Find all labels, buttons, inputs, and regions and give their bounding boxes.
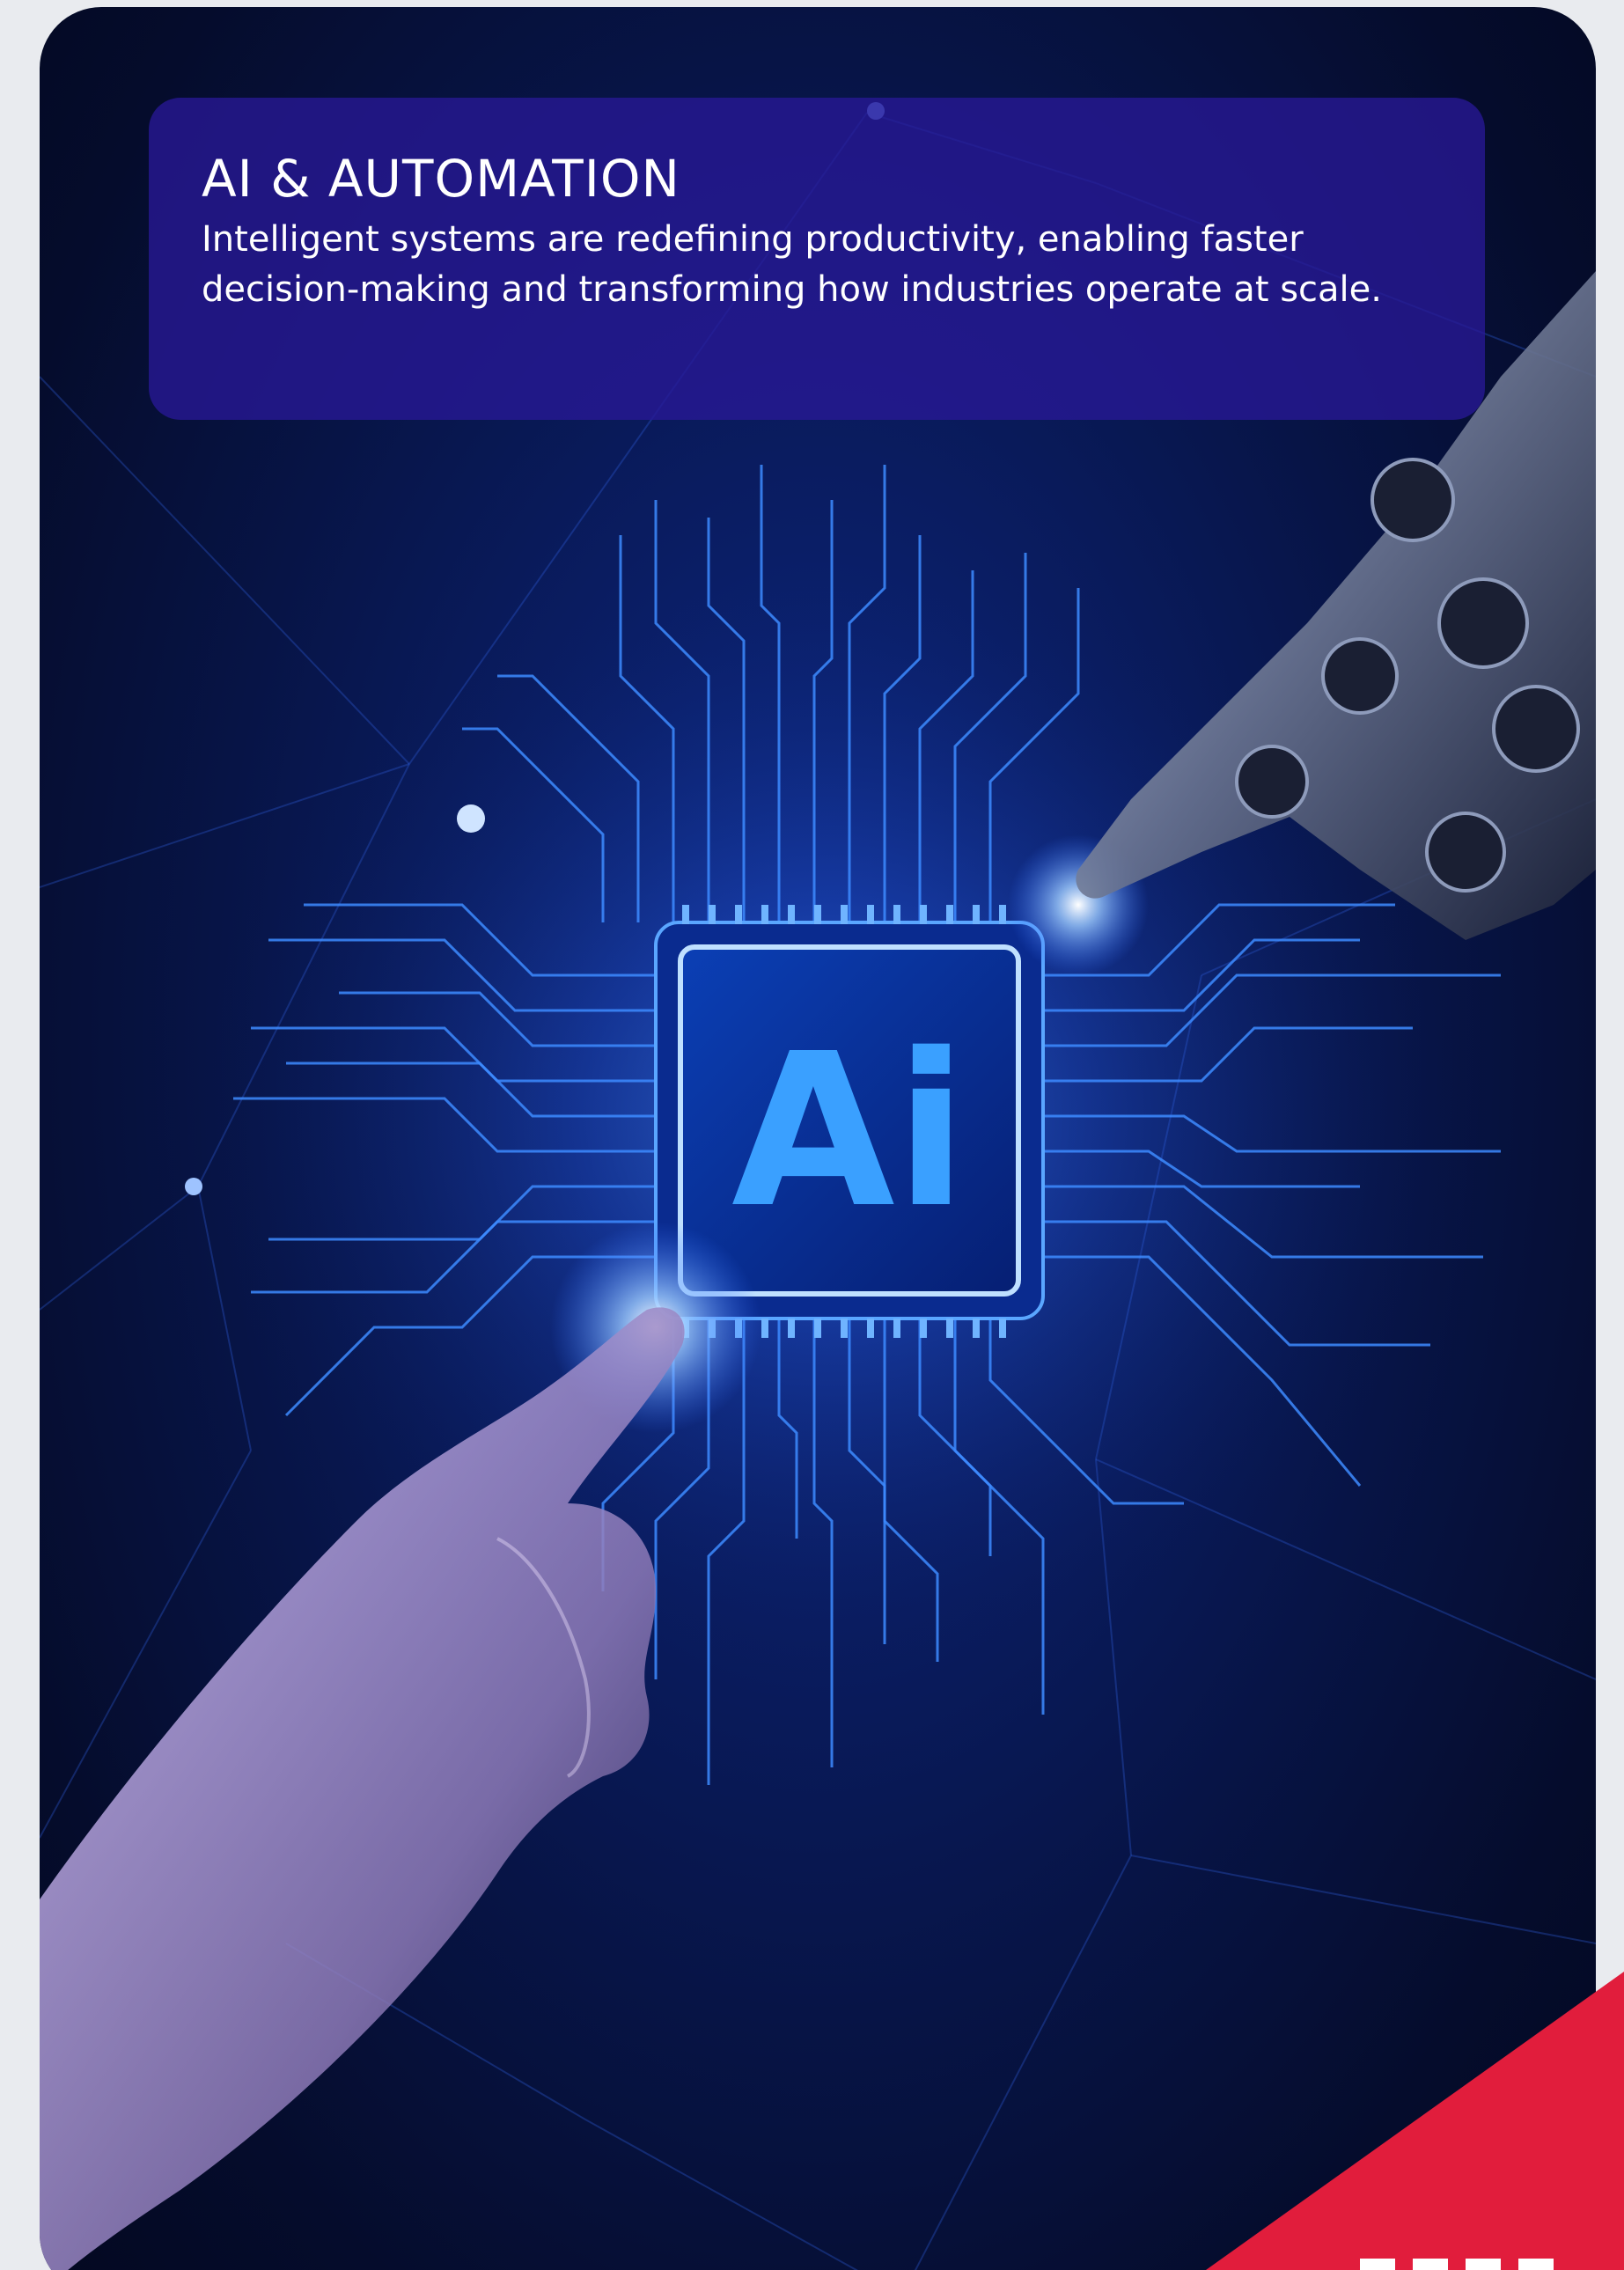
- hero-card: Ai AI & AUTOMATION Intelligent systems a…: [40, 7, 1596, 2270]
- banner-description: Intelligent systems are redefining produ…: [202, 218, 1382, 310]
- banner-title: AI & AUTOMATION: [202, 149, 680, 209]
- chip-label: Ai: [731, 1008, 967, 1254]
- page: Ai AI & AUTOMATION Intelligent systems a…: [0, 0, 1624, 2270]
- topic-banner: AI & AUTOMATION Intelligent systems are …: [149, 98, 1485, 420]
